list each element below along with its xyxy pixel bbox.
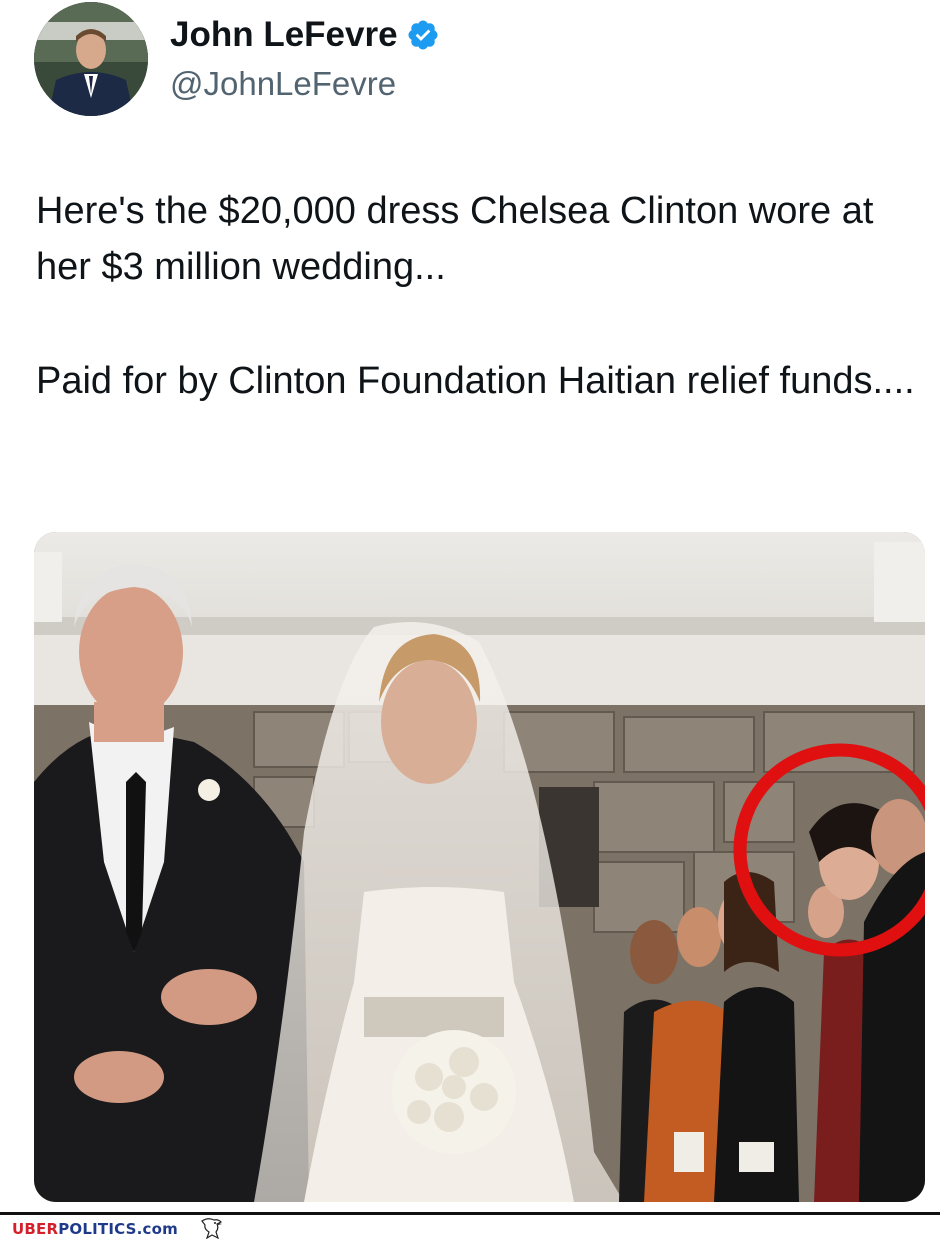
- tweet-text: Here's the $20,000 dress Chelsea Clinton…: [36, 183, 916, 409]
- brand-primary: UBER: [12, 1220, 59, 1238]
- watermark-footer: UBERPOLITICS.com: [0, 1212, 940, 1241]
- eagle-icon: [201, 1218, 223, 1239]
- author-display-name[interactable]: John LeFevre: [170, 14, 440, 56]
- tweet-photo[interactable]: [34, 532, 925, 1202]
- avatar-photo: [34, 2, 148, 116]
- display-name-text: John LeFevre: [170, 15, 398, 54]
- wedding-photo: [34, 532, 925, 1202]
- verified-badge-icon: [408, 20, 438, 50]
- author-handle[interactable]: @JohnLeFevre: [170, 64, 396, 104]
- brand-wordmark[interactable]: UBERPOLITICS.com: [12, 1220, 178, 1238]
- tweet-paragraph: Here's the $20,000 dress Chelsea Clinton…: [36, 190, 874, 288]
- brand-secondary: POLITICS.com: [58, 1220, 178, 1238]
- tweet-paragraph: Paid for by Clinton Foundation Haitian r…: [36, 360, 915, 402]
- author-avatar[interactable]: [34, 2, 148, 116]
- tweet-card: John LeFevre @JohnLeFevre Here's the $20…: [0, 0, 940, 1212]
